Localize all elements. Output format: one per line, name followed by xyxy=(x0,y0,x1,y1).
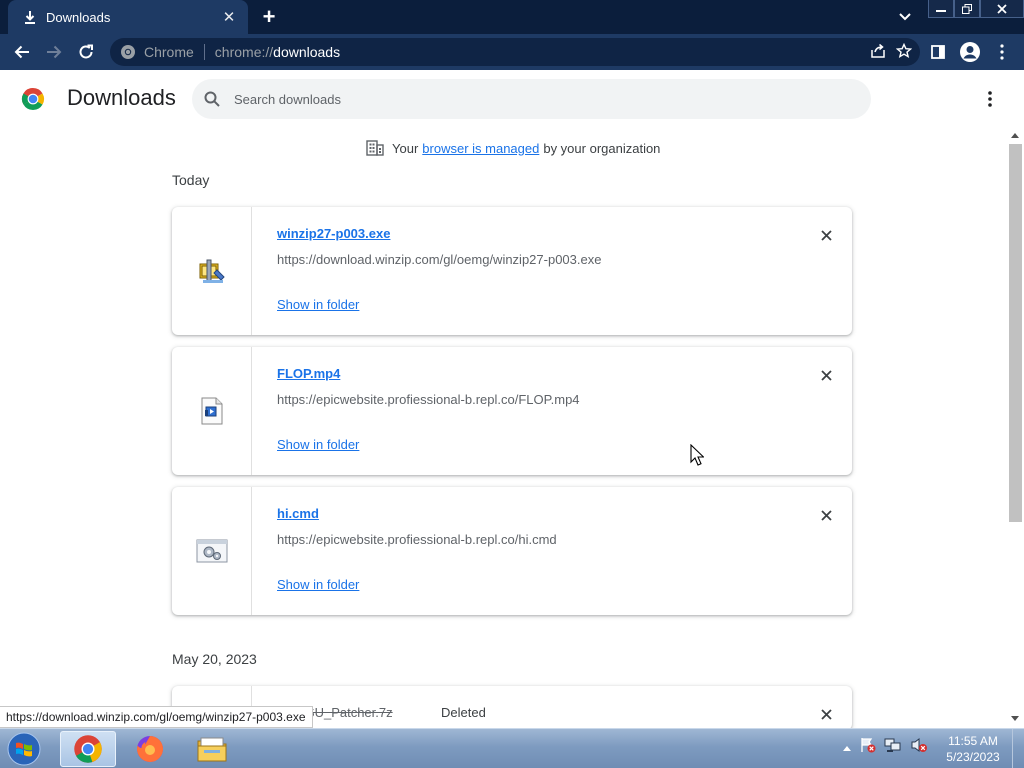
chrome-icon xyxy=(121,45,135,59)
tab-strip: Downloads ✕ + xyxy=(0,0,1024,34)
scroll-down-arrow[interactable] xyxy=(1011,716,1019,721)
download-item: hi.cmd https://epicwebsite.profiessional… xyxy=(172,487,852,615)
taskbar-file-explorer[interactable] xyxy=(184,731,240,767)
show-desktop-button[interactable] xyxy=(1012,729,1024,768)
chrome-icon xyxy=(74,735,102,763)
window-controls xyxy=(928,0,1024,20)
remove-download-icon[interactable] xyxy=(816,365,836,385)
show-in-folder-link[interactable]: Show in folder xyxy=(277,437,359,452)
system-tray xyxy=(842,737,928,758)
building-icon xyxy=(366,140,384,156)
forward-button[interactable] xyxy=(41,40,67,64)
side-panel-icon[interactable] xyxy=(926,40,950,64)
address-scheme-label: Chrome xyxy=(144,44,194,60)
download-item: winzip27-p003.exe https://download.winzi… xyxy=(172,207,852,335)
taskbar-clock[interactable]: 11:55 AM 5/23/2023 xyxy=(940,733,1006,765)
link-status-bubble: https://download.winzip.com/gl/oemg/winz… xyxy=(0,706,313,728)
managed-notice: Your browser is managed by your organiza… xyxy=(366,140,660,156)
volume-muted-icon[interactable] xyxy=(910,737,928,758)
profile-avatar-icon[interactable] xyxy=(958,40,982,64)
start-button[interactable] xyxy=(4,731,44,767)
taskbar-chrome[interactable] xyxy=(60,731,116,767)
minimize-button[interactable] xyxy=(928,0,954,18)
page-title: Downloads xyxy=(67,85,176,110)
show-hidden-icons-chevron-icon[interactable] xyxy=(842,739,852,757)
restore-button[interactable] xyxy=(954,0,980,18)
show-in-folder-link[interactable]: Show in folder xyxy=(277,577,359,592)
browser-managed-link[interactable]: browser is managed xyxy=(422,141,539,156)
remove-download-icon[interactable] xyxy=(816,704,836,724)
new-tab-button[interactable]: + xyxy=(256,4,282,29)
clock-time: 11:55 AM xyxy=(948,734,998,748)
tab-title: Downloads xyxy=(46,9,111,25)
page-scrollbar[interactable] xyxy=(1007,130,1024,728)
download-filename-link[interactable]: hi.cmd xyxy=(277,506,319,521)
remove-download-icon[interactable] xyxy=(816,225,836,245)
download-icon xyxy=(22,9,38,25)
firefox-icon xyxy=(137,736,164,762)
reload-button[interactable] xyxy=(73,40,99,64)
download-url: https://epicwebsite.profiessional-b.repl… xyxy=(277,392,580,407)
browser-toolbar: Chrome chrome://downloads xyxy=(0,34,1024,70)
close-window-button[interactable] xyxy=(980,0,1024,18)
more-actions-icon[interactable] xyxy=(978,87,1002,111)
section-label-may-20: May 20, 2023 xyxy=(172,651,257,667)
mouse-cursor-icon xyxy=(690,444,704,466)
windows-taskbar: 11:55 AM 5/23/2023 xyxy=(0,728,1024,768)
clock-date: 5/23/2023 xyxy=(946,750,1000,764)
search-icon xyxy=(204,91,220,107)
address-bar[interactable]: Chrome chrome://downloads xyxy=(110,38,920,66)
taskbar-firefox[interactable] xyxy=(122,731,178,767)
download-filename-link[interactable]: FLOP.mp4 xyxy=(277,366,340,381)
search-input[interactable] xyxy=(234,91,834,107)
tab-search-chevron-icon[interactable] xyxy=(892,6,918,28)
scroll-up-arrow[interactable] xyxy=(1011,133,1019,138)
winzip-installer-icon xyxy=(199,259,225,283)
download-url: https://epicwebsite.profiessional-b.repl… xyxy=(277,532,557,547)
section-label-today: Today xyxy=(172,172,210,188)
back-button[interactable] xyxy=(9,40,35,64)
browser-menu-icon[interactable] xyxy=(990,40,1014,64)
tab-downloads[interactable]: Downloads ✕ xyxy=(8,0,248,34)
close-tab-icon[interactable]: ✕ xyxy=(220,8,238,26)
windows-orb-icon xyxy=(7,732,41,766)
scrollbar-thumb[interactable] xyxy=(1009,144,1022,522)
download-url: https://download.winzip.com/gl/oemg/winz… xyxy=(277,252,602,267)
downloads-header: Downloads xyxy=(0,70,1024,130)
show-in-folder-link[interactable]: Show in folder xyxy=(277,297,359,312)
deleted-status: Deleted xyxy=(441,705,486,720)
video-file-icon xyxy=(201,397,222,425)
chrome-logo-icon xyxy=(21,88,45,110)
remove-download-icon[interactable] xyxy=(816,505,836,525)
bookmark-star-icon[interactable] xyxy=(895,42,913,62)
action-center-flag-icon[interactable] xyxy=(860,737,876,758)
share-icon[interactable] xyxy=(870,43,886,62)
search-downloads-box[interactable] xyxy=(192,79,871,119)
folder-icon xyxy=(197,737,227,762)
download-filename-link[interactable]: winzip27-p003.exe xyxy=(277,226,390,241)
download-item: FLOP.mp4 https://epicwebsite.profiession… xyxy=(172,347,852,475)
address-url: chrome://downloads xyxy=(214,44,341,60)
cmd-script-icon xyxy=(196,539,227,563)
network-icon[interactable] xyxy=(884,737,902,758)
